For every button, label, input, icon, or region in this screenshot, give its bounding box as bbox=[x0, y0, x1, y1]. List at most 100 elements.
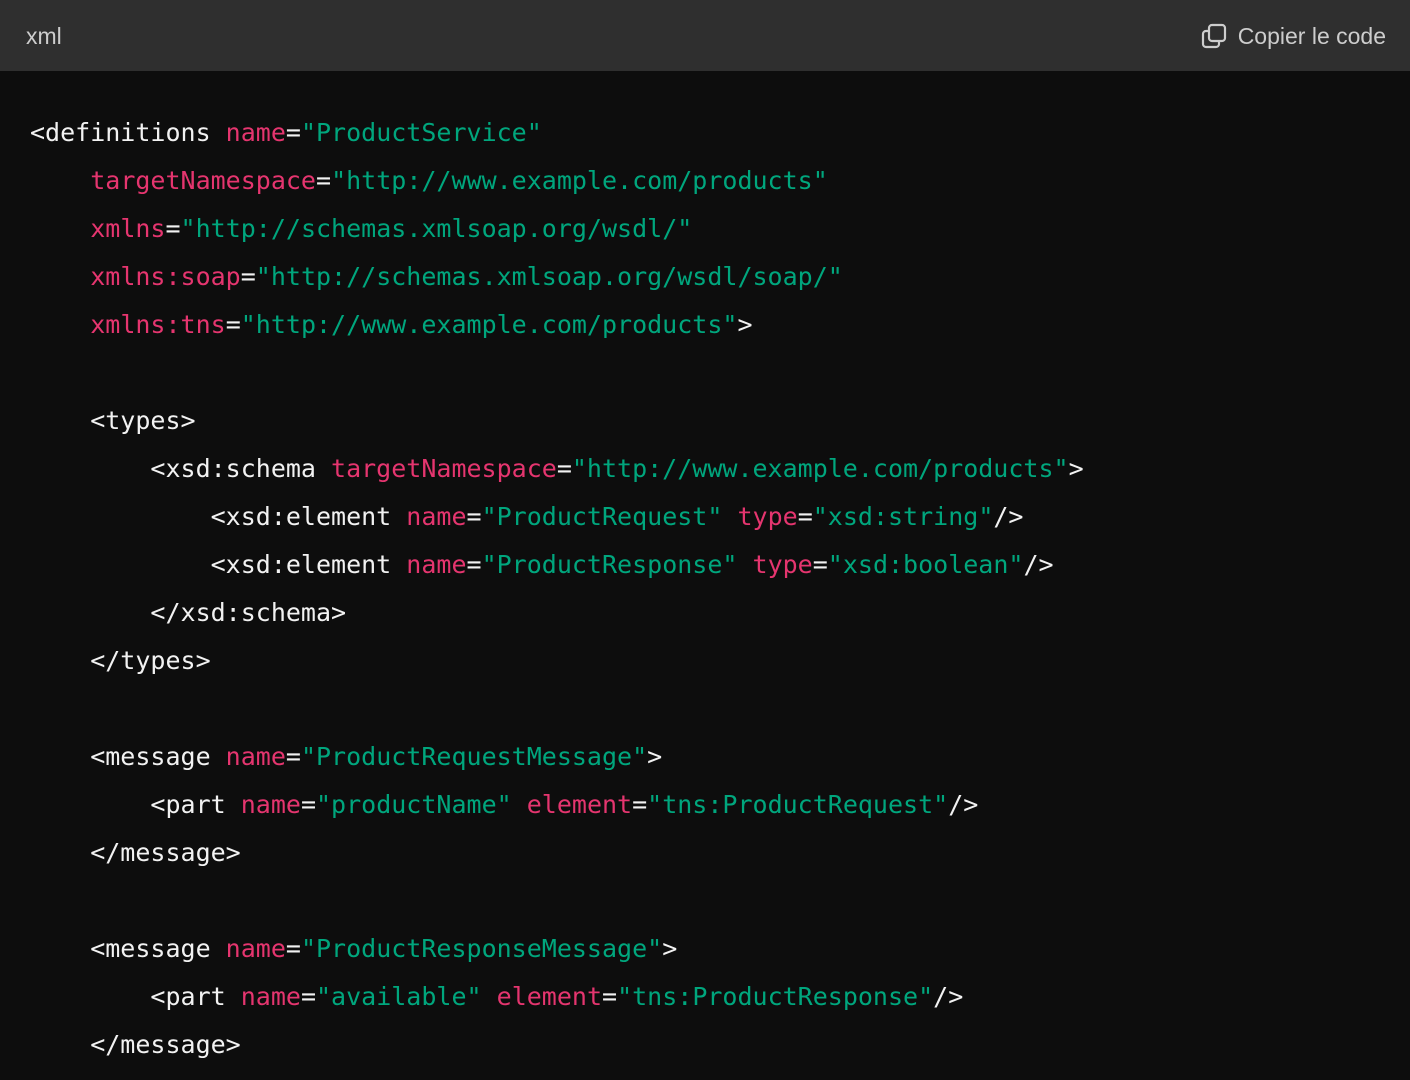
code-tag: </message> bbox=[30, 1030, 241, 1059]
copy-icon bbox=[1200, 22, 1228, 50]
code-attribute: xmlns:soap bbox=[90, 262, 241, 291]
code-attribute: name bbox=[406, 502, 467, 531]
code-tag bbox=[30, 262, 90, 291]
code-equals: = bbox=[632, 790, 648, 819]
code-line: xmlns="http://schemas.xmlsoap.org/wsdl/" bbox=[30, 205, 1084, 253]
code-string: "ProductService" bbox=[300, 118, 542, 147]
code-line: <xsd:element name="ProductRequest" type=… bbox=[30, 493, 1084, 541]
code-line: <message name="ProductRequestMessage"> bbox=[30, 733, 1084, 781]
code-equals: = bbox=[300, 790, 316, 819]
code-tag: <xsd:element bbox=[30, 502, 407, 531]
code-string: "http://www.example.com/products" bbox=[240, 310, 738, 339]
code-attribute: name bbox=[225, 118, 286, 147]
code-attribute: xmlns:tns bbox=[90, 310, 226, 339]
code-line: <part name="productName" element="tns:Pr… bbox=[30, 781, 1084, 829]
code-block-header: xml Copier le code bbox=[0, 0, 1410, 71]
code-string: "http://schemas.xmlsoap.org/wsdl/soap/" bbox=[255, 262, 843, 291]
code-tag: <message bbox=[30, 742, 226, 771]
code-string: "xsd:string" bbox=[812, 502, 994, 531]
code-tag: > bbox=[662, 934, 678, 963]
code-string: "http://www.example.com/products" bbox=[331, 166, 828, 195]
code-line: <definitions name="ProductService" bbox=[30, 109, 1084, 157]
code-tag: <message bbox=[30, 934, 226, 963]
code-block: xml Copier le code <definitions name="Pr… bbox=[0, 0, 1410, 1080]
code-line: xmlns:soap="http://schemas.xmlsoap.org/w… bbox=[30, 253, 1084, 301]
code-tag: </xsd:schema> bbox=[30, 598, 347, 627]
code-tag: <types> bbox=[30, 406, 196, 435]
code-string: "productName" bbox=[316, 790, 512, 819]
code-line: </xsd:schema> bbox=[30, 589, 1084, 637]
code-line: </message> bbox=[30, 829, 1084, 877]
code-string: "tns:ProductResponse" bbox=[617, 982, 934, 1011]
code-tag: <definitions bbox=[30, 118, 226, 147]
code-tag: > bbox=[737, 310, 753, 339]
code-line: <message name="ProductResponseMessage"> bbox=[30, 925, 1084, 973]
code-string: "ProductResponseMessage" bbox=[300, 934, 663, 963]
code-area: <definitions name="ProductService" targe… bbox=[0, 71, 1410, 1080]
code-line: ​ bbox=[30, 349, 1084, 397]
code-attribute: targetNamespace bbox=[331, 454, 557, 483]
code-string: "available" bbox=[316, 982, 482, 1011]
code-equals: = bbox=[812, 550, 828, 579]
code-equals: = bbox=[466, 550, 482, 579]
code-attribute: name bbox=[240, 790, 301, 819]
code-equals: = bbox=[285, 118, 301, 147]
code-tag: /> bbox=[933, 982, 964, 1011]
code-equals: = bbox=[797, 502, 813, 531]
code-line: </types> bbox=[30, 637, 1084, 685]
copy-code-button[interactable]: Copier le code bbox=[1200, 18, 1386, 54]
code-tag: </types> bbox=[30, 646, 211, 675]
code-line: </message> bbox=[30, 1021, 1084, 1069]
code-equals: = bbox=[225, 310, 241, 339]
code-line: xmlns:tns="http://www.example.com/produc… bbox=[30, 301, 1084, 349]
code-string: "ProductRequestMessage" bbox=[300, 742, 648, 771]
code-equals: = bbox=[285, 934, 301, 963]
code-tag bbox=[30, 310, 90, 339]
code-tag bbox=[722, 502, 737, 531]
code-string: "http://www.example.com/products" bbox=[571, 454, 1069, 483]
code-line: ​ bbox=[30, 685, 1084, 733]
code-line: targetNamespace="http://www.example.com/… bbox=[30, 157, 1084, 205]
code-equals: = bbox=[466, 502, 482, 531]
code-tag: /> bbox=[993, 502, 1024, 531]
code-tag: <part bbox=[30, 982, 241, 1011]
copy-code-label: Copier le code bbox=[1237, 23, 1386, 49]
code-line: <types> bbox=[30, 397, 1084, 445]
code-tag: <part bbox=[30, 790, 241, 819]
code-attribute: name bbox=[225, 742, 286, 771]
code-string: "http://schemas.xmlsoap.org/wsdl/" bbox=[180, 214, 693, 243]
code-attribute: element bbox=[526, 790, 633, 819]
code-tag bbox=[512, 790, 527, 819]
code-equals: = bbox=[165, 214, 181, 243]
code-string: "tns:ProductRequest" bbox=[647, 790, 949, 819]
code-equals: = bbox=[602, 982, 618, 1011]
code-tag bbox=[30, 166, 90, 195]
code-attribute: name bbox=[240, 982, 301, 1011]
code-tag: <xsd:element bbox=[30, 550, 407, 579]
code-equals: = bbox=[300, 982, 316, 1011]
code-attribute: type bbox=[752, 550, 813, 579]
code-tag: /> bbox=[1023, 550, 1054, 579]
code-line: <part name="available" element="tns:Prod… bbox=[30, 973, 1084, 1021]
code-line: <xsd:schema targetNamespace="http://www.… bbox=[30, 445, 1084, 493]
code-tag bbox=[30, 214, 90, 243]
code-attribute: name bbox=[225, 934, 286, 963]
code-equals: = bbox=[556, 454, 572, 483]
code-equals: = bbox=[316, 166, 332, 195]
code-equals: = bbox=[240, 262, 256, 291]
code-line: ​ bbox=[30, 877, 1084, 925]
code-attribute: element bbox=[496, 982, 602, 1011]
code-string: "xsd:boolean" bbox=[827, 550, 1024, 579]
code-line: <xsd:element name="ProductResponse" type… bbox=[30, 541, 1084, 589]
code-tag bbox=[737, 550, 752, 579]
code-attribute: name bbox=[406, 550, 467, 579]
code-tag: </message> bbox=[30, 838, 241, 867]
code-attribute: xmlns bbox=[90, 214, 166, 243]
code-content: <definitions name="ProductService" targe… bbox=[30, 109, 1084, 1069]
code-tag: > bbox=[647, 742, 663, 771]
code-attribute: type bbox=[737, 502, 798, 531]
code-tag: > bbox=[1068, 454, 1084, 483]
code-tag bbox=[482, 982, 497, 1011]
code-attribute: targetNamespace bbox=[90, 166, 316, 195]
code-tag: <xsd:schema bbox=[30, 454, 332, 483]
